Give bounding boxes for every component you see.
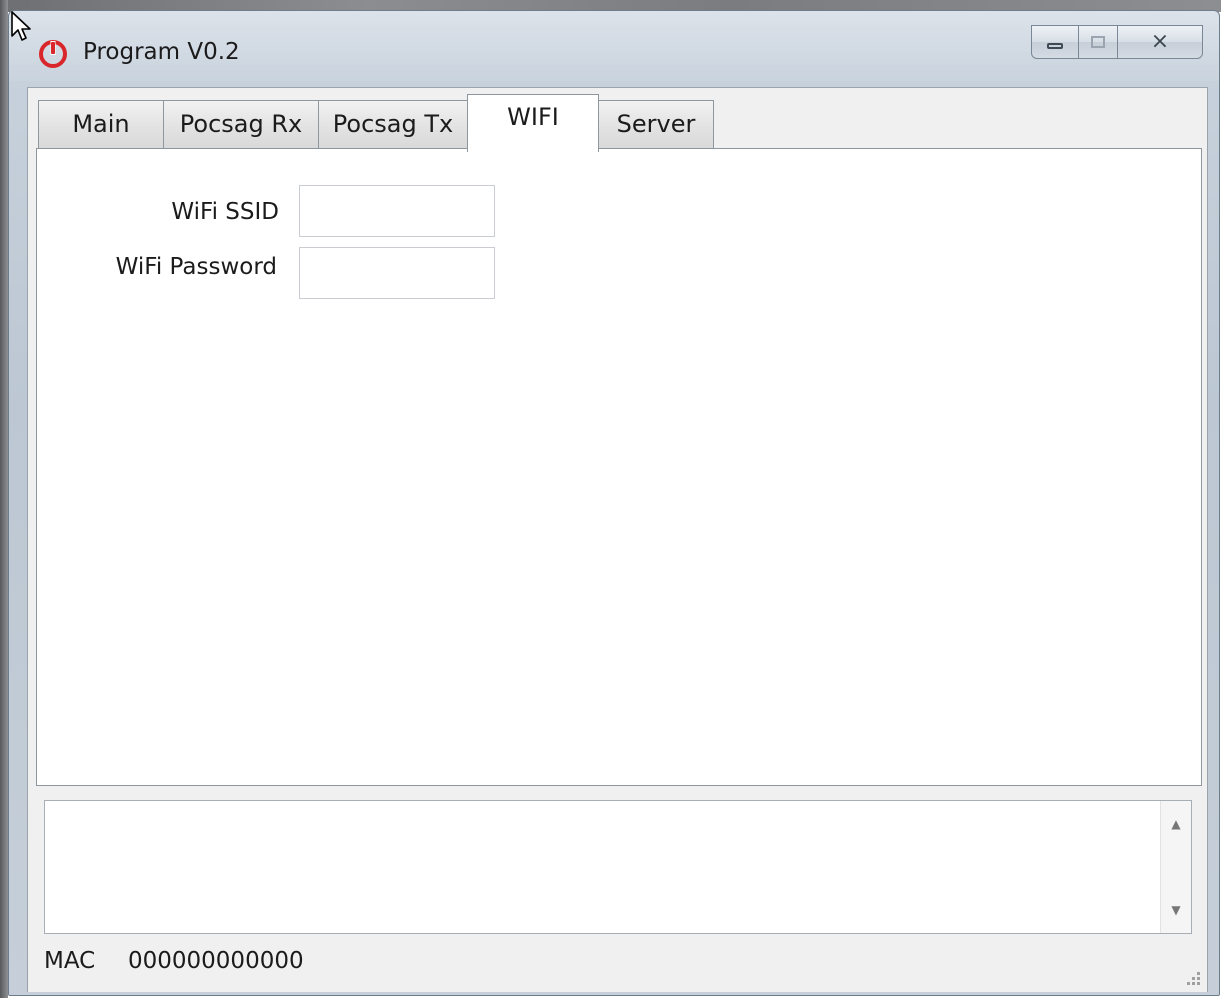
screen-left-edge (0, 0, 8, 998)
log-textbox[interactable]: ▲ ▼ (44, 800, 1192, 934)
wifi-ssid-label: WiFi SSID (171, 199, 279, 225)
wifi-tab-panel: WiFi SSID WiFi Password (36, 148, 1202, 786)
wifi-password-label: WiFi Password (115, 254, 277, 280)
tab-main[interactable]: Main (38, 100, 164, 148)
minimize-button[interactable] (1031, 25, 1079, 59)
minimize-icon (1047, 43, 1063, 49)
scroll-up-icon[interactable]: ▲ (1161, 809, 1191, 839)
tab-pocsag-rx[interactable]: Pocsag Rx (163, 100, 319, 148)
maximize-button[interactable] (1078, 25, 1118, 59)
client-area: Main Pocsag Rx Pocsag Tx WIFI Server WiF… (27, 87, 1208, 992)
wifi-password-input[interactable] (299, 247, 495, 299)
caption-buttons: ⨯ (1031, 25, 1203, 59)
mac-value: 000000000000 (128, 948, 304, 974)
program-window: Program V0.2 ⨯ Main Pocsag Rx Pocsag Tx … (8, 10, 1220, 996)
close-icon: ⨯ (1150, 29, 1170, 54)
window-title: Program V0.2 (83, 39, 240, 65)
wifi-ssid-input[interactable] (299, 185, 495, 237)
mac-label: MAC (44, 948, 96, 974)
mouse-cursor-icon (11, 11, 31, 41)
tab-wifi[interactable]: WIFI (467, 94, 599, 152)
scroll-down-icon[interactable]: ▼ (1161, 895, 1191, 925)
tab-server[interactable]: Server (598, 100, 714, 148)
status-bar: MAC 000000000000 (28, 934, 1207, 992)
tab-pocsag-tx[interactable]: Pocsag Tx (318, 100, 468, 148)
close-button[interactable]: ⨯ (1117, 25, 1203, 59)
power-icon (39, 40, 67, 68)
maximize-icon (1091, 36, 1105, 48)
log-scrollbar[interactable]: ▲ ▼ (1160, 801, 1191, 933)
resize-grip-icon[interactable] (1181, 966, 1203, 988)
